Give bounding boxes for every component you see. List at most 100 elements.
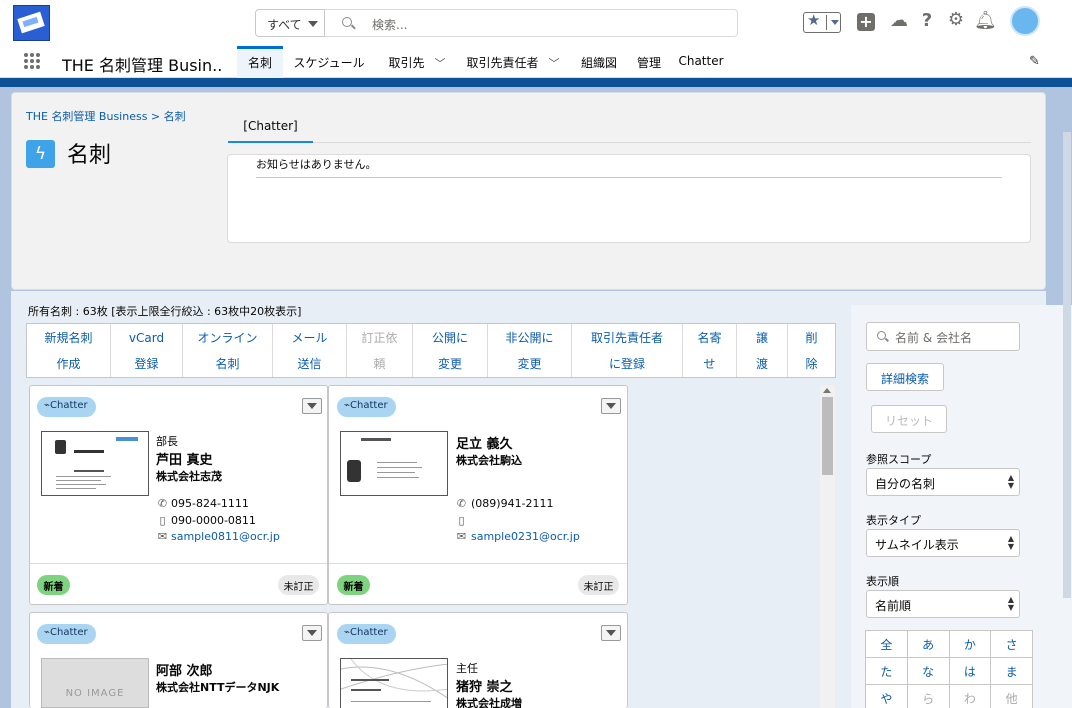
make-private-button[interactable]: 非公開に 変更	[488, 324, 572, 377]
scroll-up-arrow-icon[interactable]	[823, 388, 831, 393]
nav-tab-schedule[interactable]: スケジュール	[285, 46, 373, 78]
mail-icon: ✉	[157, 530, 168, 543]
kana-filter-button[interactable]: ま	[990, 657, 1033, 685]
no-image-placeholder[interactable]: NO IMAGE	[41, 658, 149, 708]
vcard-register-button[interactable]: vCard 登録	[111, 324, 183, 377]
card-email[interactable]: sample0811@ocr.jp	[171, 530, 280, 543]
card-menu-dropdown[interactable]	[302, 625, 322, 641]
phone-icon: ✆	[456, 497, 467, 510]
kana-filter-button[interactable]: た	[865, 657, 908, 685]
chevron-down-icon[interactable]: ﹀	[435, 55, 446, 71]
button-label: 送信	[297, 357, 322, 371]
card-person-name[interactable]: 足立 義久	[456, 433, 513, 452]
search-placeholder: 名前 & 会社名	[895, 331, 972, 345]
card-company: 株式会社成増	[456, 697, 522, 708]
send-mail-button[interactable]: メール 送信	[273, 324, 347, 377]
card-person-name[interactable]: 阿部 次郎	[156, 660, 213, 679]
mobile-icon: ▯	[159, 514, 166, 527]
card-thumbnail[interactable]	[340, 431, 448, 496]
name-company-search-input[interactable]: 名前 & 会社名	[866, 322, 1020, 351]
card-menu-dropdown[interactable]	[601, 625, 621, 641]
chatter-chip[interactable]: ⌁Chatter	[337, 397, 396, 417]
kana-filter-button[interactable]: な	[906, 657, 950, 685]
help-icon[interactable]: ?	[918, 10, 936, 31]
chevron-down-icon[interactable]: ﹀	[549, 55, 560, 71]
nav-tab-chatter[interactable]: Chatter	[676, 46, 726, 78]
card-person-name[interactable]: 猪狩 崇之	[456, 676, 513, 695]
button-label: vCard	[128, 331, 165, 345]
card-thumbnail[interactable]	[340, 658, 448, 708]
card-person-name[interactable]: 芦田 真史	[156, 449, 213, 468]
merge-button[interactable]: 名寄せ	[683, 324, 737, 377]
app-launcher-icon[interactable]	[24, 53, 41, 70]
card-mobile: 090-0000-0811	[171, 514, 256, 527]
list-scrollbar[interactable]	[820, 385, 835, 708]
kana-filter-button[interactable]: 他	[990, 684, 1033, 708]
portrait-photo	[55, 440, 66, 454]
kana-filter-button[interactable]: わ	[948, 684, 992, 708]
trailhead-cloud-icon[interactable]: ☁	[888, 10, 910, 31]
text-line	[377, 472, 415, 473]
card-email[interactable]: sample0231@ocr.jp	[471, 530, 580, 543]
text-line	[74, 450, 104, 453]
kana-filter-button[interactable]: は	[948, 657, 992, 685]
kana-filter-button[interactable]: あ	[906, 630, 950, 658]
card-menu-dropdown[interactable]	[601, 398, 621, 414]
star-icon: ★	[807, 11, 821, 29]
scope-select[interactable]: 自分の名刺 ▲ ▼	[866, 468, 1020, 496]
new-card-button[interactable]: 新規名刺 作成	[27, 324, 111, 377]
text-line	[361, 438, 391, 441]
gear-icon[interactable]: ⚙	[945, 9, 967, 30]
global-actions-plus-icon[interactable]: +	[857, 13, 875, 31]
nav-tab-label: 管理	[636, 56, 661, 70]
page-scrollbar[interactable]	[1061, 92, 1072, 600]
nav-tab-org-chart[interactable]: 組織図	[575, 46, 623, 78]
advanced-search-button[interactable]: 詳細検索	[866, 363, 944, 391]
chatter-chip[interactable]: ⌁Chatter	[337, 624, 396, 644]
nav-tab-meishi[interactable]: 名刺	[237, 46, 283, 78]
select-value: サムネイル表示	[875, 538, 959, 552]
sort-order-select[interactable]: 名前順 ▲ ▼	[866, 590, 1020, 618]
online-card-button[interactable]: オンライン 名刺	[183, 324, 273, 377]
nav-tab-contacts[interactable]: 取引先責任者 ﹀	[462, 46, 564, 78]
kana-filter-button[interactable]: 全	[865, 630, 908, 658]
search-scope-dropdown[interactable]: すべて	[255, 9, 325, 37]
edit-nav-pencil-icon[interactable]: ✎	[1029, 54, 1040, 69]
scrollbar-thumb[interactable]	[822, 397, 833, 475]
bell-icon[interactable]: 🔔︎	[974, 10, 997, 31]
register-contact-button[interactable]: 取引先責任者 に登録	[572, 324, 683, 377]
chatter-chip[interactable]: ⌁Chatter	[37, 397, 96, 417]
reset-button[interactable]: リセット	[871, 405, 947, 433]
nav-tab-admin[interactable]: 管理	[632, 46, 666, 78]
scope-label: 参照スコープ	[866, 453, 932, 466]
portrait-photo	[347, 460, 361, 482]
kana-filter-button[interactable]: か	[948, 630, 992, 658]
text-line	[74, 470, 104, 472]
kana-index-grid: 全 あ か さ た な は ま や ら わ 他	[865, 630, 1033, 708]
favorites-button[interactable]: ★	[803, 11, 841, 33]
tab-chatter[interactable]: [Chatter]	[228, 116, 313, 143]
button-label: 削	[805, 331, 818, 345]
app-logo[interactable]	[13, 5, 50, 41]
correction-request-button[interactable]: 訂正依頼	[347, 324, 413, 377]
kana-filter-button[interactable]: や	[865, 684, 908, 708]
select-value: 自分の名刺	[875, 477, 936, 491]
card-thumbnail[interactable]	[41, 431, 149, 496]
breadcrumb[interactable]: THE 名刺管理 Business > 名刺	[26, 108, 186, 124]
transfer-button[interactable]: 譲渡	[737, 324, 788, 377]
card-menu-dropdown[interactable]	[302, 398, 322, 414]
mobile-icon: ▯	[458, 514, 465, 527]
scrollbar-thumb[interactable]	[1063, 132, 1071, 598]
text-line	[351, 701, 431, 702]
global-search-input[interactable]: 検索...	[325, 9, 738, 37]
kana-filter-button[interactable]: さ	[990, 630, 1033, 658]
nav-tab-accounts[interactable]: 取引先 ﹀	[381, 46, 453, 78]
button-label: 取引先責任者	[590, 331, 663, 345]
user-avatar[interactable]	[1010, 6, 1040, 36]
phone-icon: ✆	[157, 497, 168, 510]
delete-button[interactable]: 削除	[788, 324, 835, 377]
kana-filter-button[interactable]: ら	[906, 684, 950, 708]
display-type-select[interactable]: サムネイル表示 ▲ ▼	[866, 529, 1020, 557]
chatter-chip[interactable]: ⌁Chatter	[37, 624, 96, 644]
make-public-button[interactable]: 公開に 変更	[413, 324, 488, 377]
